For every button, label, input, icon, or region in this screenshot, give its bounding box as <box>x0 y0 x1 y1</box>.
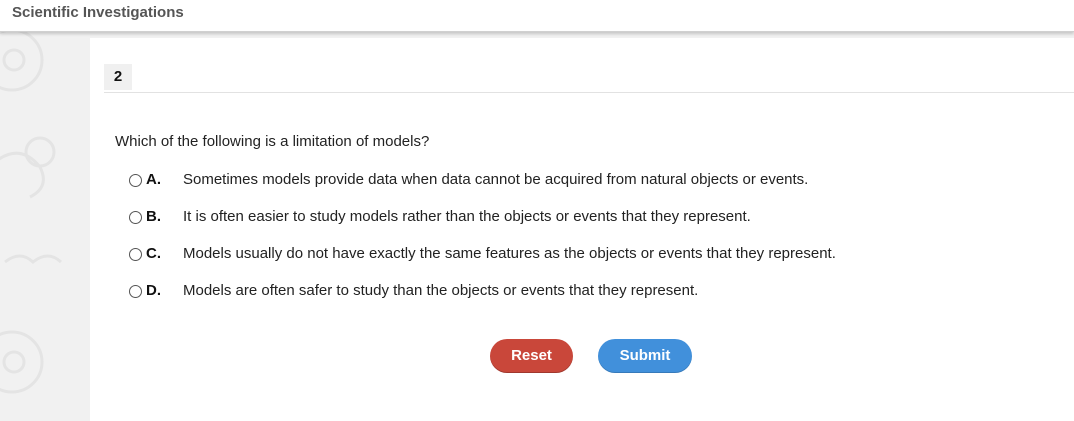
option-c-letter: C. <box>146 245 161 262</box>
question-number-bar: 2 <box>104 62 1074 93</box>
app-header: Scientific Investigations <box>0 0 1074 32</box>
option-d-text[interactable]: Models are often safer to study than the… <box>183 282 698 299</box>
option-b-radio[interactable] <box>129 211 142 224</box>
option-a-letter: A. <box>146 171 161 188</box>
option-a-radio[interactable] <box>129 174 142 187</box>
option-b-letter: B. <box>146 208 161 225</box>
question-panel: 2 Which of the following is a limitation… <box>90 38 1074 421</box>
option-b[interactable]: B. It is often easier to study models ra… <box>129 208 1029 230</box>
option-c[interactable]: C. Models usually do not have exactly th… <box>129 245 1029 267</box>
app-title: Scientific Investigations <box>12 4 184 21</box>
option-d[interactable]: D. Models are often safer to study than … <box>129 282 1029 304</box>
question-prompt: Which of the following is a limitation o… <box>115 133 430 150</box>
option-d-letter: D. <box>146 282 161 299</box>
option-c-radio[interactable] <box>129 248 142 261</box>
option-a-text[interactable]: Sometimes models provide data when data … <box>183 171 808 188</box>
option-c-text[interactable]: Models usually do not have exactly the s… <box>183 245 836 262</box>
question-number: 2 <box>104 64 132 90</box>
submit-button[interactable]: Submit <box>598 339 692 373</box>
option-d-radio[interactable] <box>129 285 142 298</box>
decorative-pattern-icon <box>0 32 63 394</box>
option-a[interactable]: A. Sometimes models provide data when da… <box>129 171 1029 193</box>
reset-button[interactable]: Reset <box>490 339 573 373</box>
option-b-text[interactable]: It is often easier to study models rathe… <box>183 208 751 225</box>
